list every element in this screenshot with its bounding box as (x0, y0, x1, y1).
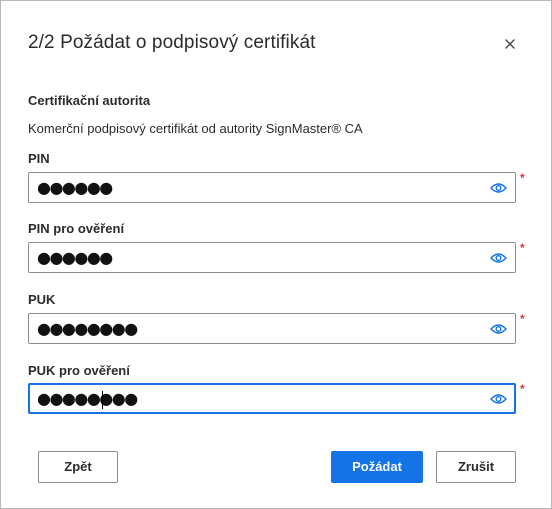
eye-icon[interactable] (490, 393, 507, 405)
dialog-title: 2/2 Požádat o podpisový certifikát (28, 32, 316, 53)
pin-confirm-masked-value: ●●●●●● (37, 248, 113, 267)
cancel-button[interactable]: Zrušit (436, 451, 516, 483)
certificate-authority-label: Certifikační autorita (28, 93, 151, 108)
back-button[interactable]: Zpět (38, 451, 118, 483)
puk-confirm-field[interactable]: ●●●●●●●● (28, 383, 516, 414)
puk-label: PUK (28, 292, 56, 307)
pin-confirm-required-mark: * (520, 241, 525, 255)
eye-icon[interactable] (490, 252, 507, 264)
eye-icon[interactable] (490, 323, 507, 335)
puk-confirm-label: PUK pro ověření (28, 363, 130, 378)
request-certificate-dialog: 2/2 Požádat o podpisový certifikát Certi… (0, 0, 552, 509)
text-caret (102, 391, 103, 409)
pin-masked-value: ●●●●●● (37, 178, 113, 197)
eye-icon[interactable] (490, 182, 507, 194)
pin-confirm-field[interactable]: ●●●●●● (28, 242, 516, 273)
pin-field[interactable]: ●●●●●● (28, 172, 516, 203)
certificate-authority-text: Komerční podpisový certifikát od autorit… (28, 121, 363, 136)
puk-field[interactable]: ●●●●●●●● (28, 313, 516, 344)
puk-confirm-masked-value: ●●●●●●●● (37, 389, 138, 408)
pin-confirm-label: PIN pro ověření (28, 221, 125, 236)
puk-masked-value: ●●●●●●●● (37, 319, 138, 338)
close-icon[interactable] (501, 35, 519, 53)
puk-required-mark: * (520, 312, 525, 326)
pin-label: PIN (28, 151, 50, 166)
request-button[interactable]: Požádat (331, 451, 423, 483)
pin-required-mark: * (520, 171, 525, 185)
puk-confirm-required-mark: * (520, 382, 525, 396)
